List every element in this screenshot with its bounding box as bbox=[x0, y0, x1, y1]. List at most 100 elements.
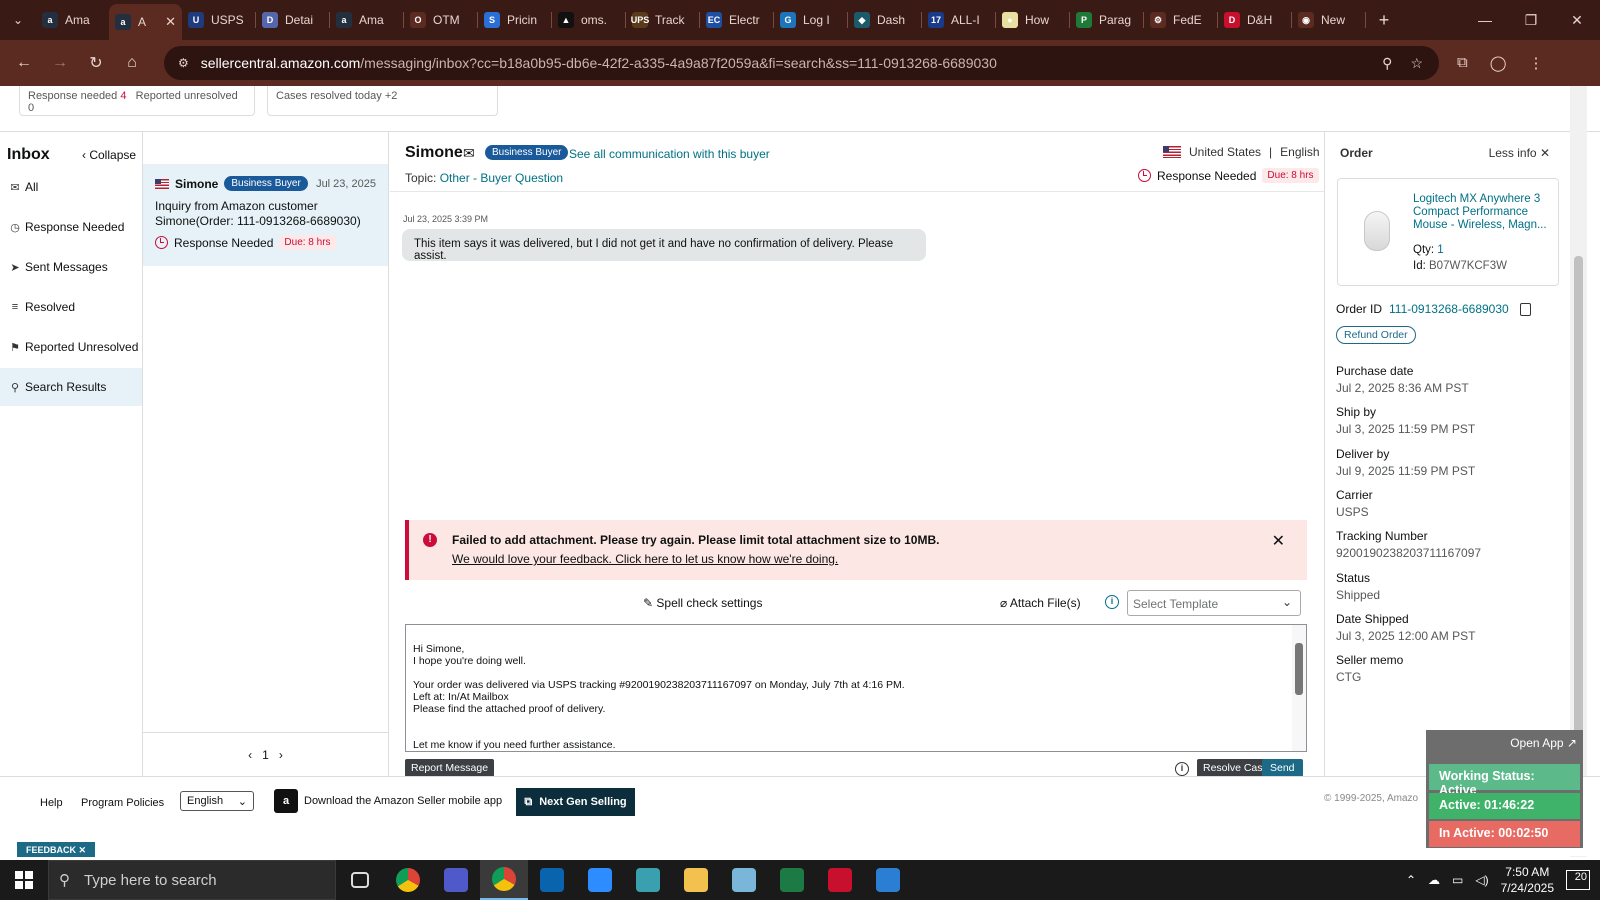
notifications-button[interactable]: 20 bbox=[1566, 870, 1590, 890]
file-explorer-icon[interactable] bbox=[672, 860, 720, 900]
sidebar-item-all[interactable]: ✉ All bbox=[0, 168, 142, 206]
site-info-icon[interactable]: ⚙ bbox=[178, 56, 189, 70]
browser-tab[interactable]: a Ama bbox=[36, 4, 109, 36]
close-alert-icon[interactable]: ✕ bbox=[1272, 531, 1285, 551]
product-qty: Qty: 1 bbox=[1413, 244, 1444, 256]
forward-icon[interactable]: → bbox=[42, 54, 78, 72]
snipping-icon[interactable] bbox=[816, 860, 864, 900]
info-icon[interactable]: i bbox=[1175, 762, 1189, 776]
sidebar-item-response-needed[interactable]: ◷ Response Needed bbox=[0, 208, 142, 246]
mobile-app-link[interactable]: a Download the Amazon Seller mobile app bbox=[274, 789, 502, 813]
chevron-up-icon[interactable]: ⌃ bbox=[1406, 873, 1416, 887]
profile-icon[interactable]: ◯ bbox=[1490, 54, 1507, 72]
report-message-button[interactable]: Report Message bbox=[405, 759, 495, 777]
product-image[interactable] bbox=[1364, 211, 1390, 251]
sidebar-item-search-results[interactable]: ⚲ Search Results bbox=[0, 368, 142, 406]
collapse-button[interactable]: ‹ Collapse bbox=[82, 148, 136, 162]
app-diamond-icon[interactable] bbox=[624, 860, 672, 900]
browser-tab[interactable]: O OTM bbox=[404, 4, 477, 36]
browser-tab[interactable]: 17 ALL-I bbox=[922, 4, 995, 36]
chrome-icon[interactable] bbox=[384, 860, 432, 900]
browser-tab[interactable]: ◉ New bbox=[1292, 4, 1365, 36]
less-info-button[interactable]: Less info ✕ bbox=[1489, 146, 1550, 160]
see-all-communication-link[interactable]: See all communication with this buyer bbox=[569, 147, 770, 161]
browser-tab[interactable]: ⚙ FedE bbox=[1144, 4, 1217, 36]
onedrive-icon[interactable]: ☁ bbox=[1428, 873, 1440, 887]
next-page-icon[interactable]: › bbox=[279, 748, 283, 762]
photos-icon[interactable] bbox=[864, 860, 912, 900]
extensions-icon[interactable]: ⧉ bbox=[1457, 54, 1468, 72]
browser-tab[interactable]: ● How bbox=[996, 4, 1069, 36]
browser-tab[interactable]: D D&H bbox=[1218, 4, 1291, 36]
tab-favicon-icon: ● bbox=[1002, 12, 1018, 28]
zoom-icon[interactable] bbox=[576, 860, 624, 900]
browser-tab[interactable]: a Ama bbox=[330, 4, 403, 36]
template-select[interactable]: Select Template ⌄ bbox=[1127, 590, 1301, 616]
conversation-item[interactable]: Simone Business Buyer Jul 23, 2025 Inqui… bbox=[143, 164, 388, 266]
mail-icon[interactable]: ✉ bbox=[463, 145, 475, 162]
browser-tab[interactable]: UPS Track bbox=[626, 4, 699, 36]
spell-check-settings-button[interactable]: ✎ Spell check settings bbox=[643, 596, 762, 610]
tab-title: USPS bbox=[211, 13, 244, 27]
open-app-link[interactable]: Open App ↗ bbox=[1510, 736, 1577, 750]
reply-draft-text[interactable]: Hi Simone, I hope you're doing well. You… bbox=[413, 643, 905, 751]
network-icon[interactable]: ▭ bbox=[1452, 873, 1463, 887]
close-window-icon[interactable]: ✕ bbox=[1554, 0, 1600, 40]
page-number[interactable]: 1 bbox=[262, 748, 269, 762]
browser-tab[interactable]: EC Electr bbox=[700, 4, 773, 36]
order-id-link[interactable]: 111-0913268-6689030 bbox=[1389, 302, 1509, 316]
sidebar-item-resolved[interactable]: ≡ Resolved bbox=[0, 288, 142, 326]
help-link[interactable]: Help bbox=[40, 797, 63, 809]
volume-icon[interactable]: ◁) bbox=[1475, 873, 1488, 887]
program-policies-link[interactable]: Program Policies bbox=[81, 797, 164, 809]
browser-tab[interactable]: a A ✕ bbox=[109, 4, 182, 40]
browser-tab[interactable]: U USPS bbox=[182, 4, 255, 36]
url-field[interactable]: ⚙ sellercentral.amazon.com/messaging/inb… bbox=[164, 46, 1439, 80]
prev-page-icon[interactable]: ‹ bbox=[248, 748, 252, 762]
notepad-icon[interactable] bbox=[720, 860, 768, 900]
browser-tab[interactable]: ▲ oms. bbox=[552, 4, 625, 36]
sidebar-item-sent-messages[interactable]: ➤ Sent Messages bbox=[0, 248, 142, 286]
refund-order-button[interactable]: Refund Order bbox=[1336, 326, 1416, 344]
send-button[interactable]: Send bbox=[1262, 759, 1303, 777]
response-summary-card[interactable]: Response needed 4 Reported unresolved 0 bbox=[19, 86, 255, 116]
editor-scroll-thumb[interactable] bbox=[1295, 643, 1303, 695]
tab-search-icon[interactable]: ⌄ bbox=[0, 0, 36, 40]
browser-tab[interactable]: P Parag bbox=[1070, 4, 1143, 36]
language-select[interactable]: English ⌄ bbox=[180, 791, 254, 811]
browser-tab[interactable]: G Log I bbox=[774, 4, 847, 36]
back-icon[interactable]: ← bbox=[6, 54, 42, 72]
browser-tab[interactable]: S Pricin bbox=[478, 4, 551, 36]
browser-menu-icon[interactable]: ⋮ bbox=[1529, 54, 1544, 72]
restore-icon[interactable]: ❐ bbox=[1508, 0, 1554, 40]
browser-tab[interactable]: ◆ Dash bbox=[848, 4, 921, 36]
taskbar-clock[interactable]: 7:50 AM 7/24/2025 bbox=[1501, 864, 1554, 896]
feedback-button[interactable]: FEEDBACK ✕ bbox=[17, 842, 96, 857]
info-icon[interactable]: i bbox=[1105, 595, 1119, 609]
chrome-profile-icon[interactable] bbox=[480, 860, 528, 900]
attach-files-button[interactable]: ⌀ Attach File(s) bbox=[1000, 596, 1081, 610]
feedback-link[interactable]: We would love your feedback. Click here … bbox=[452, 552, 838, 566]
next-gen-selling-button[interactable]: ⧉ Next Gen Selling bbox=[516, 788, 635, 816]
reply-editor[interactable]: Hi Simone, I hope you're doing well. You… bbox=[405, 624, 1307, 752]
task-view-icon[interactable] bbox=[336, 860, 384, 900]
zoom-icon[interactable]: ⚲ bbox=[1382, 55, 1392, 72]
teams-icon[interactable] bbox=[432, 860, 480, 900]
minimize-icon[interactable]: — bbox=[1462, 0, 1508, 40]
product-title-link[interactable]: Logitech MX Anywhere 3 Compact Performan… bbox=[1413, 193, 1553, 232]
taskbar-search[interactable]: ⚲ Type here to search bbox=[48, 860, 336, 900]
close-tab-icon[interactable]: ✕ bbox=[165, 14, 176, 30]
start-button[interactable] bbox=[0, 860, 48, 900]
browser-tab[interactable]: D Detai bbox=[256, 4, 329, 36]
excel-icon[interactable] bbox=[768, 860, 816, 900]
sidebar-item-reported-unresolved[interactable]: ⚑ Reported Unresolved bbox=[0, 328, 142, 366]
copy-icon[interactable] bbox=[1519, 302, 1531, 316]
home-icon[interactable]: ⌂ bbox=[114, 54, 150, 72]
topic-value[interactable]: Other - Buyer Question bbox=[440, 171, 563, 185]
editor-scrollbar[interactable] bbox=[1292, 625, 1306, 751]
bookmark-star-icon[interactable]: ☆ bbox=[1410, 55, 1423, 72]
outlook-icon[interactable] bbox=[528, 860, 576, 900]
cases-summary-card[interactable]: Cases resolved today +2 bbox=[267, 86, 498, 116]
new-tab-button[interactable]: + bbox=[1366, 10, 1402, 31]
reload-icon[interactable]: ↻ bbox=[78, 53, 114, 73]
